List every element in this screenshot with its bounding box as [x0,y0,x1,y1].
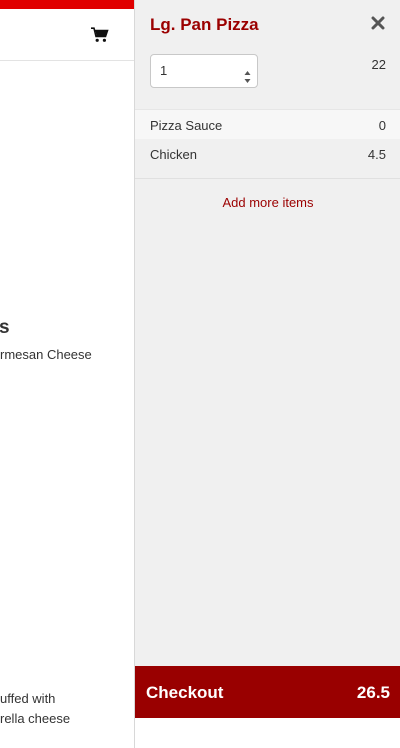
menu-description2-line2: rella cheese [0,711,71,726]
add-more-items-link[interactable]: Add more items [135,195,400,210]
cart-item-price: 22 [371,57,386,72]
menu-description2-line1: uffed with [0,691,56,706]
divider [135,178,400,179]
topping-row: Chicken 4.5 [135,139,400,169]
topping-price: 4.5 [367,147,386,162]
checkout-label: Checkout [146,683,224,702]
panel-footer [135,718,400,748]
menu-heading-fragment: s [0,317,10,338]
cart-item-header: Lg. Pan Pizza 1 22 [135,0,400,110]
checkout-button[interactable]: Checkout 26.5 [135,666,400,718]
topping-price: 0 [378,118,386,133]
topping-row: Pizza Sauce 0 [135,109,400,139]
background-page: s rmesan Cheese uffed with rella cheese [0,0,134,748]
quantity-value: 1 [160,63,168,78]
menu-description-fragment: rmesan Cheese [0,347,92,362]
cart-panel: Lg. Pan Pizza 1 22 Pizza Sauce 0 Chicken… [134,0,400,748]
top-accent-bar [0,0,134,9]
page-header [0,9,134,61]
cart-item-title: Lg. Pan Pizza [150,15,259,34]
topping-name: Chicken [150,147,197,162]
quantity-select[interactable]: 1 [150,54,258,88]
checkout-total: 26.5 [356,683,390,702]
select-arrows-icon [244,64,251,83]
topping-name: Pizza Sauce [150,118,223,133]
shopping-cart-icon[interactable] [91,27,109,43]
close-icon[interactable] [371,16,385,30]
